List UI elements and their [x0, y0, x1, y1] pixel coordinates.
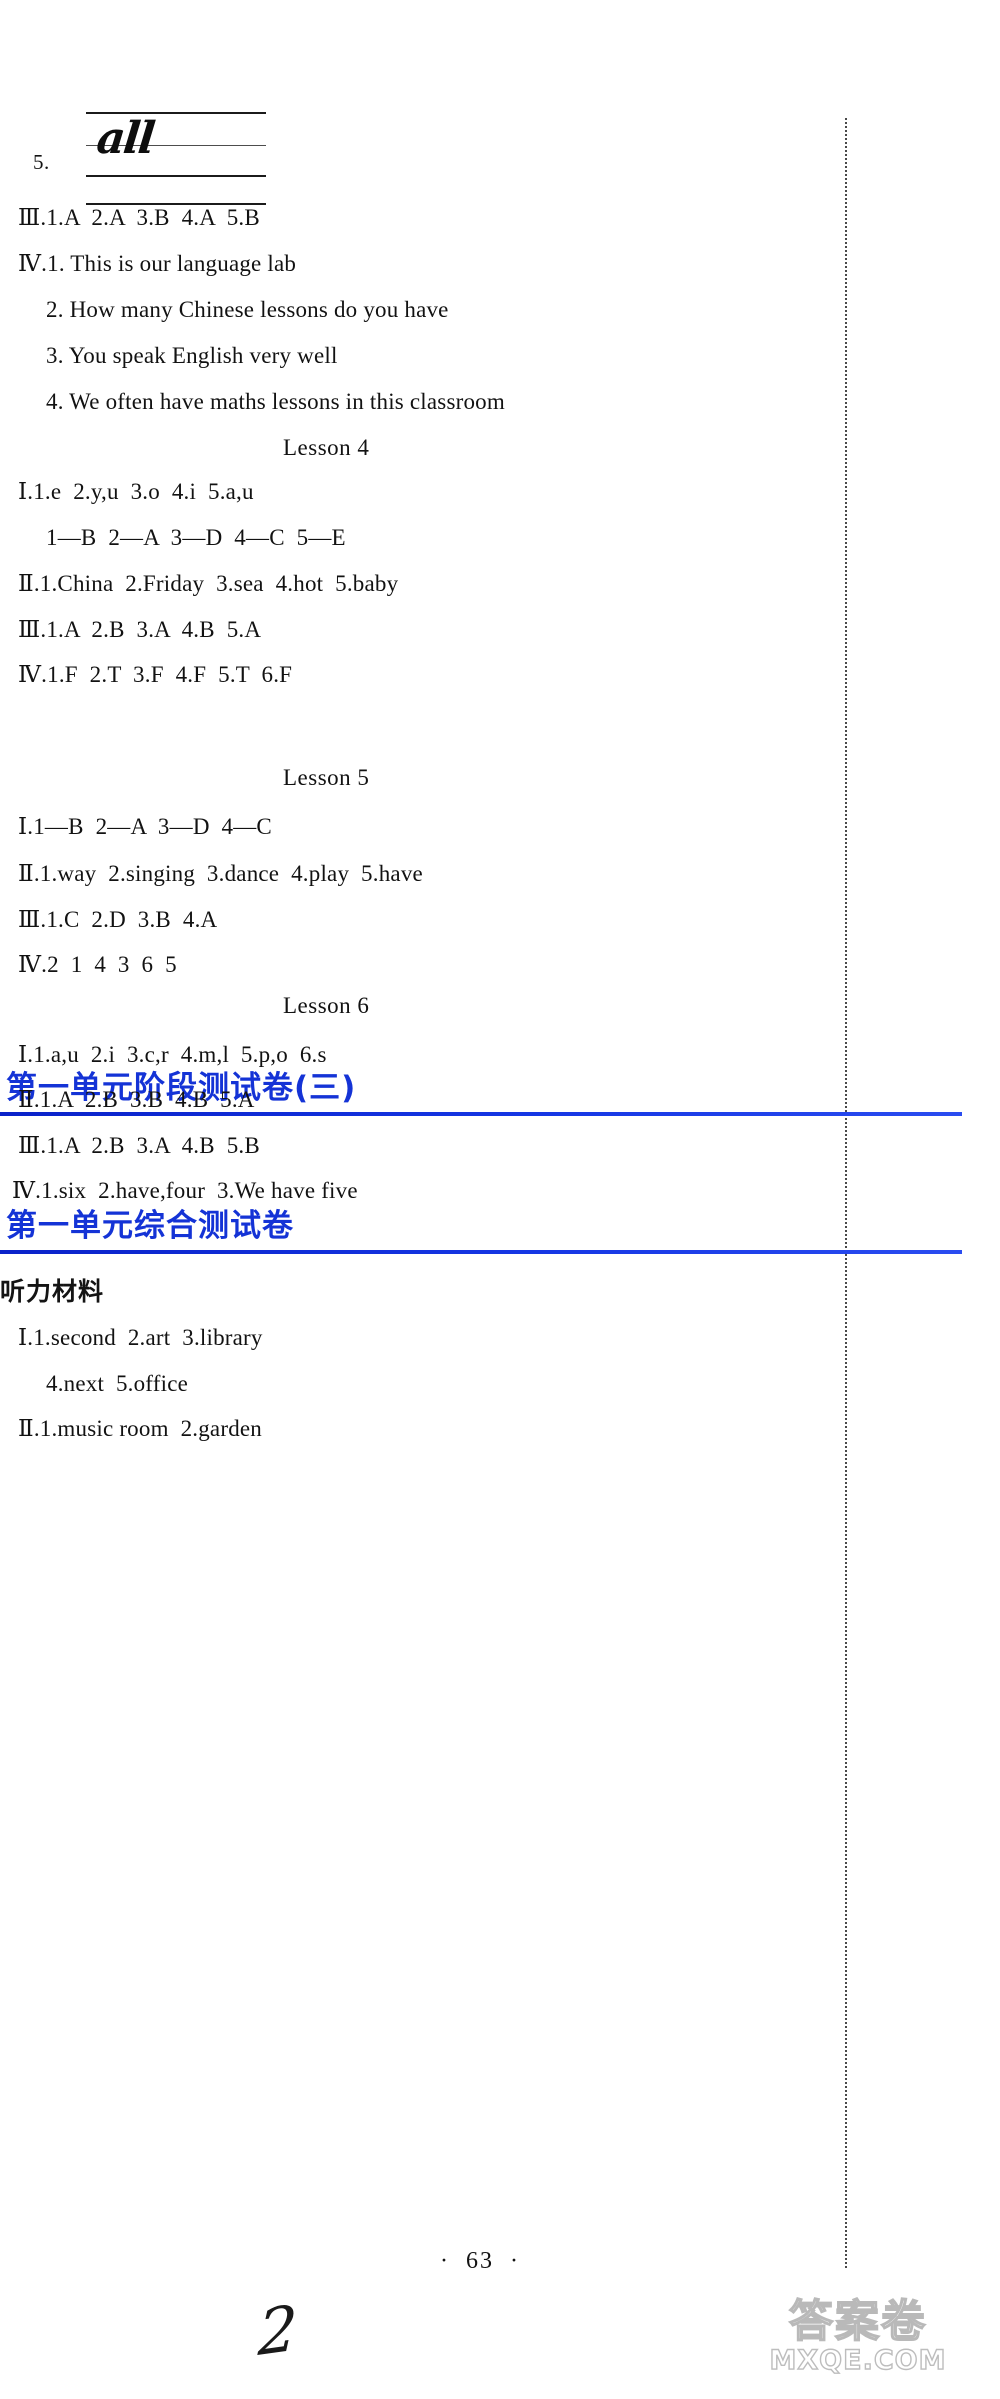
section-underline [0, 1250, 962, 1254]
lesson-heading: Lesson 6 [283, 993, 370, 1018]
answer-line: Ⅰ.1—B 2—A 3—D 4—C [18, 814, 272, 839]
answer-line: Ⅱ.1.music room 2.garden [18, 1416, 262, 1441]
handwritten-word: all [94, 113, 156, 164]
answer-key-page: 5. all Ⅲ.1.A 2.A 3.B 4.A 5.B Ⅳ.1. This i… [0, 0, 1000, 2399]
watermark-url: MXQE.COM [769, 2345, 947, 2376]
answer-line: 4. We often have maths lessons in this c… [46, 389, 505, 414]
answer-line: Ⅲ.1.A 2.B 3.A 4.B 5.B [18, 1133, 260, 1158]
answer-line: Ⅳ.1.F 2.T 3.F 4.F 5.T 6.F [18, 662, 293, 687]
handwriting-item-number: 5. [33, 150, 50, 174]
answer-line: 2. How many Chinese lessons do you have [46, 297, 449, 322]
answer-line: Ⅱ.1.A 2.B 3.B 4.B 5.A [18, 1087, 255, 1112]
answer-line: Ⅳ.2 1 4 3 6 5 [18, 952, 177, 977]
watermark-chinese: 答案卷 [788, 2296, 927, 2347]
handwritten-mark: 2 [256, 2290, 299, 2371]
answer-line: 1—B 2—A 3—D 4—C 5—E [46, 525, 346, 550]
page-number: · 63 · [440, 2248, 520, 2274]
answer-line: 3. You speak English very well [46, 343, 338, 368]
answer-line: Ⅱ.1.way 2.singing 3.dance 4.play 5.have [18, 861, 423, 886]
answer-line: Ⅱ.1.China 2.Friday 3.sea 4.hot 5.baby [18, 571, 399, 596]
section-header-unit1-comprehensive: 第一单元综合测试卷 [0, 1210, 1000, 1268]
listening-material-subheading: 听力材料 [0, 1277, 105, 1306]
rule-line-3 [86, 175, 266, 177]
answer-line: Ⅳ.1.six 2.have,four 3.We have five [12, 1178, 358, 1203]
handwriting-exercise-block: 5. all [33, 112, 293, 205]
answer-line: 4.next 5.office [46, 1371, 189, 1396]
lesson-heading: Lesson 4 [283, 435, 370, 460]
page-edge-dotted-rule [845, 118, 847, 2268]
answer-line: Ⅲ.1.C 2.D 3.B 4.A [18, 907, 218, 932]
answer-line: Ⅳ.1. This is our language lab [18, 251, 297, 276]
section-title: 第一单元综合测试卷 [6, 1208, 294, 1244]
section-underline [0, 1112, 962, 1116]
answer-line: Ⅲ.1.A 2.B 3.A 4.B 5.A [18, 617, 262, 642]
answer-line: Ⅲ.1.A 2.A 3.B 4.A 5.B [18, 205, 260, 230]
answer-line: Ⅰ.1.a,u 2.i 3.c,r 4.m,l 5.p,o 6.s [18, 1042, 327, 1067]
lesson-heading: Lesson 5 [283, 765, 370, 790]
watermark: 答案卷 MXQE.COM [733, 2296, 983, 2376]
answer-line: Ⅰ.1.e 2.y,u 3.o 4.i 5.a,u [18, 479, 254, 504]
answer-line: Ⅰ.1.second 2.art 3.library [18, 1325, 263, 1350]
